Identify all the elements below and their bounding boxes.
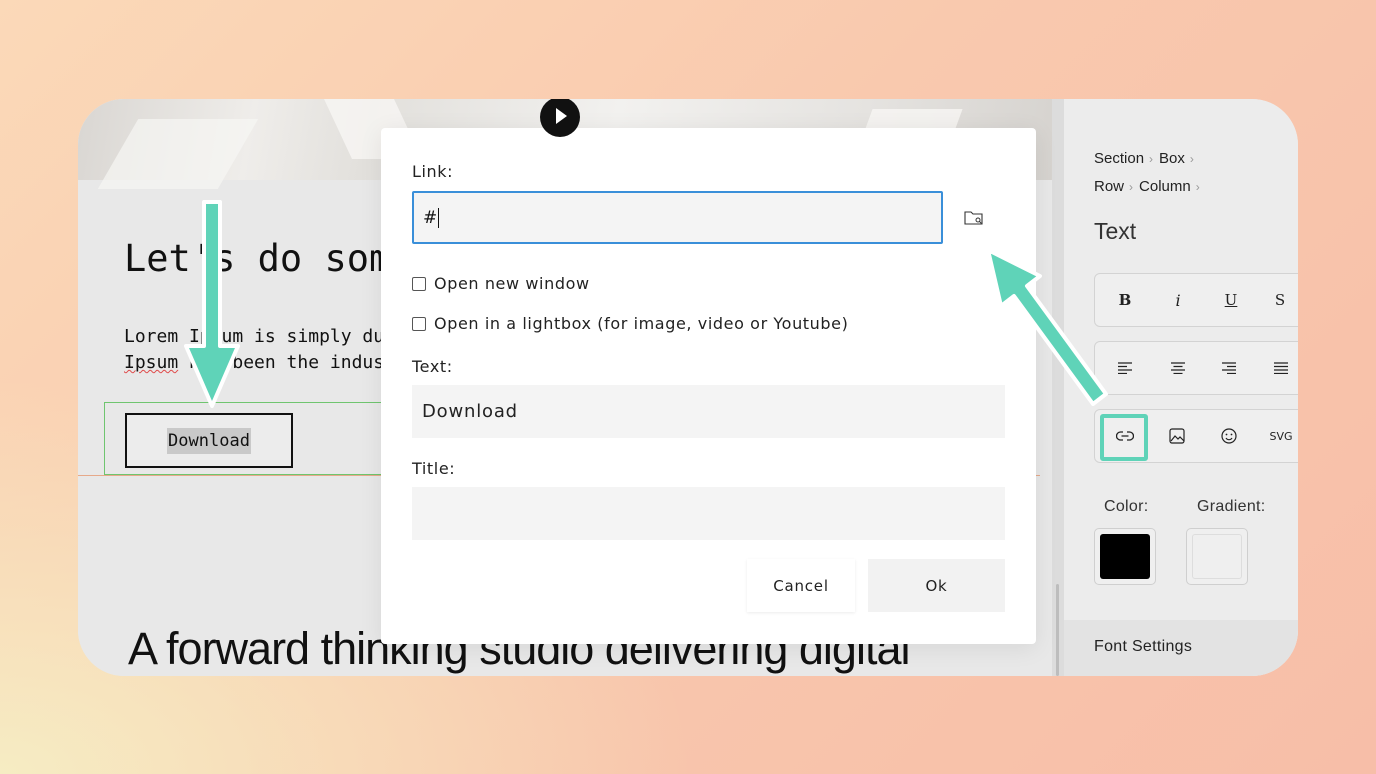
insert-emoji-button[interactable]: [1203, 410, 1255, 462]
section-heading: Let's do some: [124, 237, 414, 280]
title-label: Title:: [412, 459, 456, 478]
breadcrumb: Section › Box › Row › Column ›: [1094, 145, 1206, 201]
open-new-window-label: Open new window: [434, 274, 590, 293]
open-new-window-option[interactable]: Open new window: [412, 274, 590, 293]
justify-button[interactable]: [1255, 342, 1298, 394]
panel-title: Text: [1094, 218, 1137, 244]
breadcrumb-section[interactable]: Section: [1094, 150, 1144, 167]
color-swatch[interactable]: [1094, 528, 1156, 585]
up-left-arrow-annotation: [986, 248, 1108, 406]
link-dialog: Link: # Open new window Open in a lightb…: [381, 128, 1036, 644]
chevron-right-icon: ›: [1129, 180, 1134, 194]
down-arrow-annotation: [184, 200, 240, 408]
gradient-swatch-fill: [1192, 534, 1242, 579]
image-icon: [1169, 428, 1185, 444]
align-toolbar: [1094, 341, 1298, 395]
breadcrumb-column[interactable]: Column: [1139, 178, 1191, 195]
open-lightbox-label: Open in a lightbox (for image, video or …: [434, 314, 849, 333]
open-lightbox-checkbox[interactable]: [412, 316, 426, 331]
insert-image-button[interactable]: [1151, 410, 1203, 462]
align-center-button[interactable]: [1152, 342, 1204, 394]
download-button[interactable]: Download: [125, 413, 293, 468]
font-settings-section[interactable]: Font Settings: [1064, 620, 1298, 676]
gradient-label: Gradient:: [1197, 498, 1266, 515]
align-right-icon: [1222, 362, 1236, 374]
download-button-label: Download: [167, 427, 251, 454]
paragraph-line-1: Lorem Ipsum is simply du: [124, 326, 385, 347]
folder-search-icon: [964, 210, 983, 225]
link-button-highlight: [1100, 414, 1148, 461]
open-new-window-checkbox[interactable]: [412, 276, 426, 291]
chevron-right-icon: ›: [1195, 180, 1200, 194]
font-settings-label: Font Settings: [1094, 638, 1193, 655]
text-label: Text:: [412, 357, 453, 376]
emoji-icon: [1221, 428, 1237, 444]
text-caret: [438, 207, 440, 228]
breadcrumb-box[interactable]: Box: [1159, 150, 1185, 167]
title-input[interactable]: [412, 487, 1005, 540]
gradient-swatch[interactable]: [1186, 528, 1248, 585]
italic-button[interactable]: i: [1152, 274, 1204, 326]
chevron-right-icon: ›: [1189, 152, 1194, 166]
format-toolbar: B i U S: [1094, 273, 1298, 327]
browse-files-button[interactable]: [950, 191, 998, 244]
link-input-value: #: [423, 207, 438, 228]
align-left-icon: [1118, 362, 1132, 374]
strikethrough-button[interactable]: S: [1254, 274, 1298, 326]
text-input-value: Download: [422, 401, 518, 422]
underline-button[interactable]: U: [1205, 274, 1257, 326]
open-lightbox-option[interactable]: Open in a lightbox (for image, video or …: [412, 314, 848, 333]
text-input[interactable]: Download: [412, 385, 1005, 438]
justify-icon: [1274, 362, 1288, 374]
link-label: Link:: [412, 162, 454, 181]
chevron-right-icon: ›: [1149, 152, 1154, 166]
insert-svg-button[interactable]: SVG: [1255, 410, 1298, 462]
scrollbar[interactable]: [1056, 584, 1059, 676]
align-center-icon: [1171, 362, 1185, 374]
spellcheck-word: Ipsum: [124, 352, 179, 373]
align-right-button[interactable]: [1203, 342, 1255, 394]
breadcrumb-row[interactable]: Row: [1094, 178, 1124, 195]
ok-button[interactable]: Ok: [868, 559, 1005, 612]
link-input[interactable]: #: [412, 191, 943, 244]
color-swatch-fill: [1100, 534, 1150, 579]
cancel-button[interactable]: Cancel: [747, 559, 855, 612]
color-label: Color:: [1104, 498, 1149, 515]
